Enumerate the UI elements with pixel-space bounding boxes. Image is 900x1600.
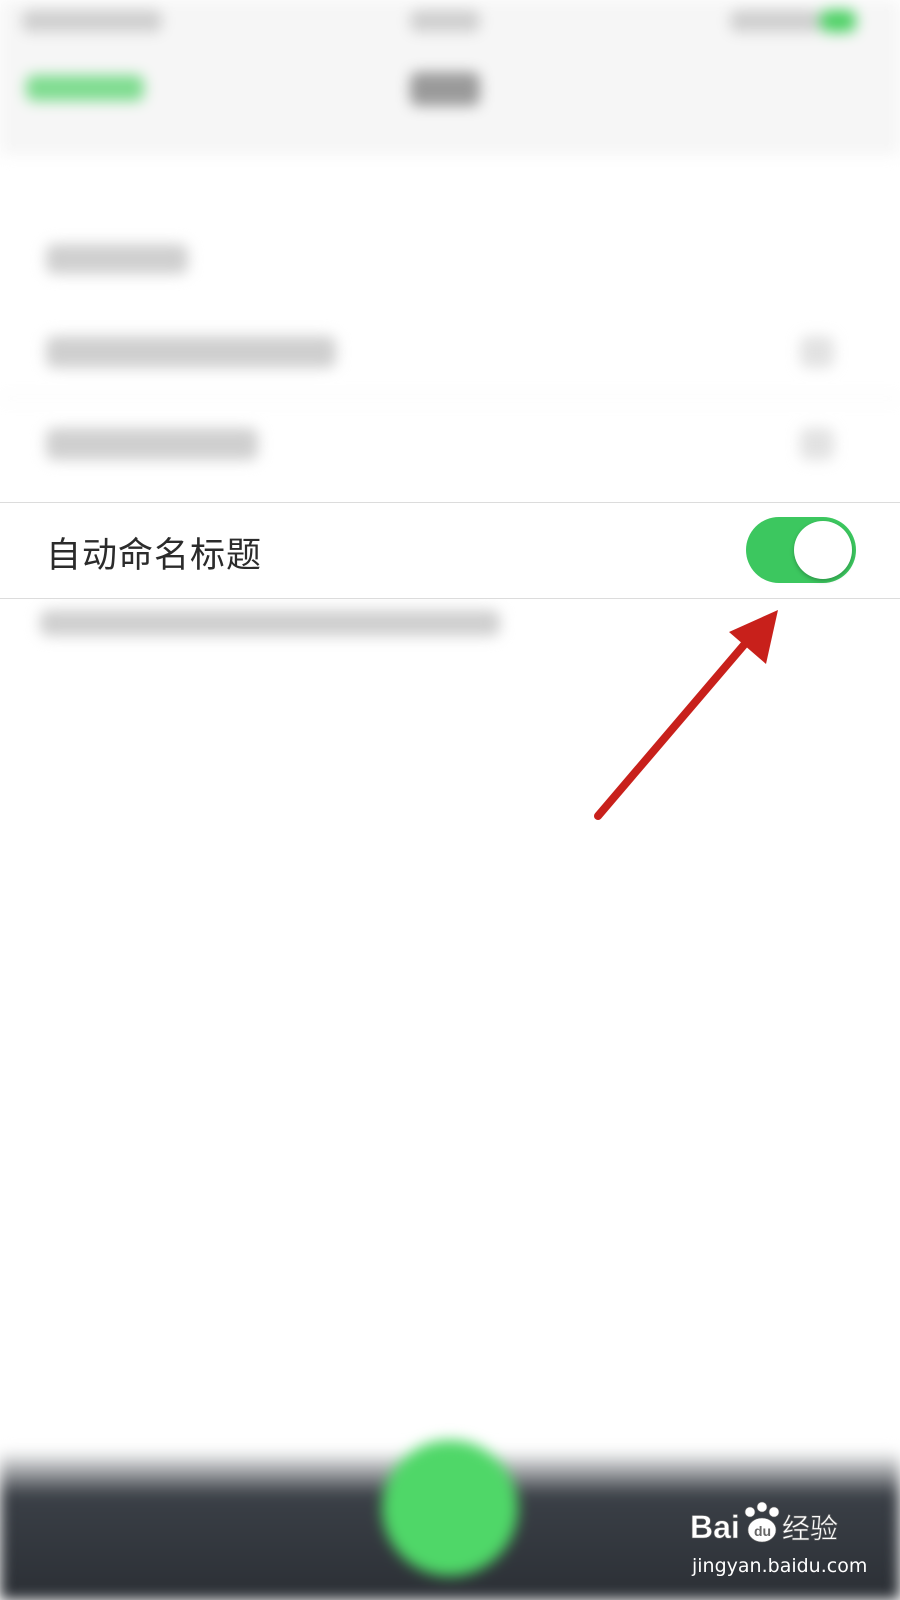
svg-text:Bai: Bai <box>690 1509 740 1545</box>
status-bar-time <box>22 10 162 32</box>
svg-text:经验: 经验 <box>782 1512 838 1545</box>
nav-title <box>410 72 480 106</box>
status-bar-battery <box>730 10 820 32</box>
settings-item-value <box>800 336 834 368</box>
auto-title-toggle[interactable] <box>746 517 856 583</box>
baidu-jingyan-logo-icon: Bai du 经验 <box>690 1501 838 1545</box>
settings-item[interactable] <box>46 336 336 368</box>
section-header <box>46 244 188 274</box>
svg-text:du: du <box>754 1523 771 1539</box>
toggle-knob <box>794 521 852 579</box>
back-button[interactable] <box>26 75 144 101</box>
watermark-url: jingyan.baidu.com <box>692 1555 868 1577</box>
record-button[interactable] <box>382 1440 518 1576</box>
settings-footnote <box>40 610 500 636</box>
settings-item[interactable] <box>46 428 258 460</box>
auto-title-setting-row: 自动命名标题 <box>0 502 900 599</box>
settings-item-value <box>800 428 834 460</box>
battery-level-icon <box>820 10 856 32</box>
baidu-jingyan-watermark: Bai du 经验 jingyan.baidu.com <box>688 1498 867 1578</box>
auto-title-label: 自动命名标题 <box>46 536 263 576</box>
blurred-background <box>0 0 900 1600</box>
status-bar-carrier <box>410 10 480 32</box>
